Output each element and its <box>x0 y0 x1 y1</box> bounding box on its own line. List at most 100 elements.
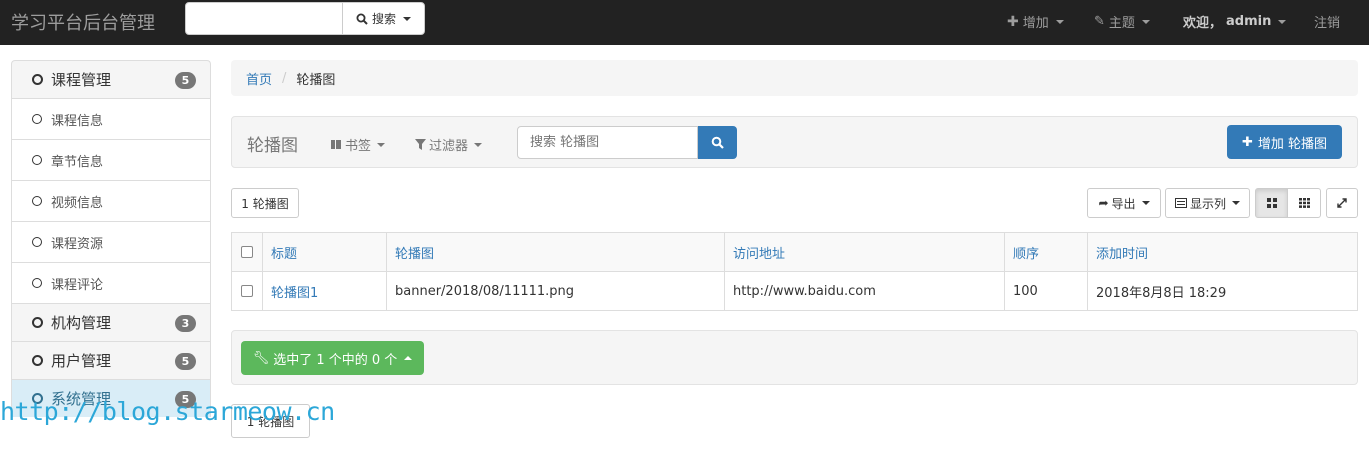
list-search <box>517 126 737 159</box>
columns-dropdown[interactable]: 显示列 <box>1165 188 1250 218</box>
breadcrumb-separator: / <box>282 70 287 86</box>
table-header-row: 标题 轮播图 访问地址 顺序 添加时间 <box>231 232 1358 272</box>
count-badge: 3 <box>175 315 196 332</box>
sidebar-item-course-info[interactable]: 课程信息 <box>11 98 211 139</box>
export-dropdown[interactable]: ➦ 导出 <box>1087 188 1161 218</box>
select-all-cell <box>231 232 263 272</box>
watermark: http://blog.starmeow.cn <box>0 397 335 426</box>
add-banner-button[interactable]: ✚ 增加 轮播图 <box>1227 125 1342 159</box>
welcome-text: 欢迎， <box>1183 16 1223 31</box>
wrench-icon: 🔧︎ <box>252 350 270 366</box>
export-label: 导出 <box>1111 196 1136 211</box>
result-count-label: 1 轮播图 <box>241 196 289 211</box>
nav-theme-label: 主题 <box>1108 16 1135 31</box>
count-badge: 5 <box>175 353 196 370</box>
chevron-up-icon <box>404 356 413 360</box>
row-title-link[interactable]: 轮播图1 <box>271 286 318 301</box>
action-bar: 🔧︎ 选中了 1 个中的 0 个 <box>231 330 1358 385</box>
count-badge: 5 <box>175 72 196 89</box>
cell-title: 轮播图1 <box>262 271 387 311</box>
cell-added: 2018年8月8日 18:29 <box>1087 271 1358 311</box>
list-search-input[interactable] <box>517 126 698 159</box>
share-icon: ➦ <box>1098 196 1109 210</box>
column-header-title[interactable]: 标题 <box>262 232 387 272</box>
bookmarks-label: 书签 <box>345 139 372 154</box>
circle-icon <box>32 155 42 165</box>
username: admin <box>1226 14 1272 29</box>
plus-icon: ✚ <box>1007 13 1019 30</box>
plus-icon: ✚ <box>1241 134 1253 150</box>
breadcrumb-current: 轮播图 <box>296 72 336 88</box>
chevron-down-icon <box>1055 19 1064 24</box>
th-large-icon <box>1266 198 1277 208</box>
sidebar-item-label: 视频信息 <box>51 195 104 211</box>
search-icon <box>356 13 368 25</box>
search-icon <box>711 136 724 149</box>
list-toolbar: 轮播图 书签 过滤器 ✚ 增加 轮播图 <box>231 116 1358 168</box>
expand-icon <box>1337 198 1347 208</box>
circle-icon <box>32 317 43 328</box>
top-search: 搜索 <box>185 2 425 35</box>
nav-add-label: 增加 <box>1022 16 1049 31</box>
chevron-down-icon <box>403 16 411 21</box>
bookmarks-dropdown[interactable]: 书签 <box>330 135 386 154</box>
grid-view-button[interactable] <box>1255 188 1288 218</box>
sidebar-item-chapter-info[interactable]: 章节信息 <box>11 139 211 180</box>
fullscreen-button[interactable] <box>1326 188 1358 218</box>
compact-view-button[interactable] <box>1287 188 1321 218</box>
sidebar-group-org[interactable]: 机构管理 3 <box>11 303 211 341</box>
sidebar-group-label: 课程管理 <box>51 71 112 89</box>
bulk-action-button[interactable]: 🔧︎ 选中了 1 个中的 0 个 <box>241 341 424 375</box>
cell-order: 100 <box>1004 271 1088 311</box>
chevron-down-icon <box>377 142 386 147</box>
chevron-down-icon <box>1232 201 1240 205</box>
sidebar-item-video-info[interactable]: 视频信息 <box>11 180 211 221</box>
top-search-input[interactable] <box>186 3 342 34</box>
sidebar: 课程管理 5 课程信息 章节信息 视频信息 课程资源 课程评论 机构管理 3 用… <box>11 60 211 417</box>
filters-dropdown[interactable]: 过滤器 <box>415 135 483 154</box>
circle-icon <box>32 114 42 124</box>
chevron-down-icon <box>1278 19 1287 24</box>
list-search-button[interactable] <box>698 126 737 159</box>
circle-icon <box>32 237 42 247</box>
nav-add-menu[interactable]: ✚ 增加 <box>1007 12 1064 31</box>
book-icon <box>331 140 341 149</box>
top-search-button[interactable]: 搜索 <box>342 3 424 34</box>
add-banner-label: 增加 轮播图 <box>1257 136 1328 152</box>
column-header-image[interactable]: 轮播图 <box>386 232 725 272</box>
column-header-url[interactable]: 访问地址 <box>724 232 1005 272</box>
nav-user-menu[interactable]: 欢迎， admin <box>1183 12 1287 31</box>
cell-url: http://www.baidu.com <box>724 271 1005 311</box>
sidebar-item-label: 课程评论 <box>51 277 104 293</box>
page-title: 轮播图 <box>247 136 298 156</box>
chevron-down-icon <box>1141 19 1150 24</box>
list-icon <box>1174 198 1187 208</box>
sidebar-item-label: 章节信息 <box>51 154 104 170</box>
circle-icon <box>32 196 42 206</box>
sidebar-group-user[interactable]: 用户管理 5 <box>11 341 211 379</box>
sidebar-item-label: 课程资源 <box>51 236 104 252</box>
row-select-cell <box>231 271 263 311</box>
sidebar-item-label: 课程信息 <box>51 113 104 129</box>
nav-theme-menu[interactable]: ✎ 主题 <box>1094 12 1150 31</box>
brand[interactable]: 学习平台后台管理 <box>11 9 155 35</box>
row-checkbox[interactable] <box>241 285 253 297</box>
bulk-action-label: 选中了 1 个中的 0 个 <box>273 352 398 368</box>
select-all-checkbox[interactable] <box>241 246 253 258</box>
th-icon <box>1298 198 1310 208</box>
top-navbar: 学习平台后台管理 搜索 ✚ 增加 ✎ 主题 欢迎， admin 注销 <box>0 0 1369 45</box>
circle-icon <box>32 74 43 85</box>
sidebar-group-label: 用户管理 <box>51 352 112 370</box>
sidebar-item-course-comment[interactable]: 课程评论 <box>11 262 211 303</box>
wand-icon: ✎ <box>1094 14 1105 29</box>
logout-link[interactable]: 注销 <box>1314 12 1340 31</box>
column-header-added[interactable]: 添加时间 <box>1087 232 1358 272</box>
column-header-order[interactable]: 顺序 <box>1004 232 1088 272</box>
cell-image: banner/2018/08/11111.png <box>386 271 725 311</box>
sidebar-group-course[interactable]: 课程管理 5 <box>11 60 211 98</box>
sidebar-item-course-resource[interactable]: 课程资源 <box>11 221 211 262</box>
sidebar-group-label: 机构管理 <box>51 314 112 332</box>
logout-label: 注销 <box>1314 16 1341 31</box>
top-search-label: 搜索 <box>371 12 396 26</box>
breadcrumb-home[interactable]: 首页 <box>246 69 272 88</box>
